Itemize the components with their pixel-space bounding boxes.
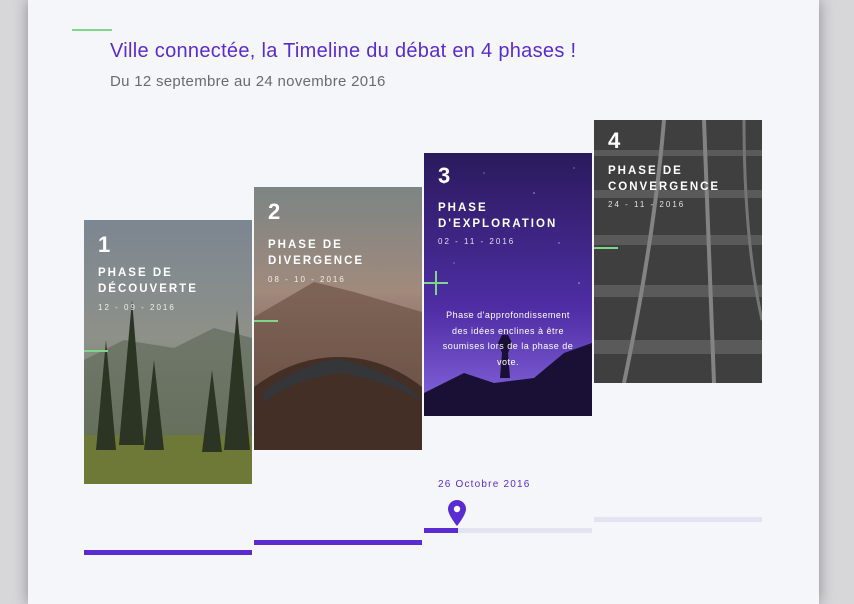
forest-image	[84, 220, 252, 484]
phase-description: Phase d'approfondissement des idées encl…	[442, 310, 574, 367]
page-title: Ville connectée, la Timeline du débat en…	[110, 40, 577, 62]
railway-image	[594, 120, 762, 383]
phase-name: Phase de découverte	[98, 267, 198, 295]
location-pin-icon[interactable]	[448, 500, 466, 526]
timeline-bar-phase-2	[254, 540, 422, 545]
phase-number: 2	[268, 199, 281, 224]
phase-date: 02 - 11 - 2016	[438, 237, 516, 246]
page-subtitle: Du 12 septembre au 24 novembre 2016	[110, 73, 386, 90]
phase-name: Phase de convergence	[608, 165, 721, 193]
phase-date: 12 - 09 - 2016	[98, 303, 176, 312]
phase-card-4[interactable]: 4 Phase de convergence 24 - 11 - 2016	[594, 120, 762, 383]
phase-card-3[interactable]: 3 Phase d'exploration 02 - 11 - 2016 Pha…	[424, 153, 592, 416]
phase-card-2[interactable]: 2 Phase de divergence 08 - 10 - 2016	[254, 187, 422, 450]
marker-line-4	[594, 247, 618, 249]
marker-line-2	[254, 320, 278, 322]
timeline-bar-phase-1	[84, 550, 252, 555]
timeline-bar-phase-3-progress	[424, 528, 458, 533]
phase-name: Phase de divergence	[268, 239, 365, 267]
phase-date: 08 - 10 - 2016	[268, 275, 346, 284]
phase-card-1[interactable]: 1 Phase de découverte 12 - 09 - 2016	[84, 220, 252, 484]
timeline-bar-phase-4	[594, 517, 762, 522]
marker-line-1	[84, 350, 108, 352]
plus-marker	[424, 271, 448, 295]
title-accent-line	[72, 29, 112, 31]
page: Ville connectée, la Timeline du débat en…	[28, 0, 819, 604]
phase-name: Phase d'exploration	[438, 202, 558, 230]
road-image	[254, 187, 422, 450]
phase-date: 24 - 11 - 2016	[608, 200, 686, 209]
phase-number: 4	[608, 128, 621, 153]
phase-number: 3	[438, 163, 451, 188]
phase-number: 1	[98, 232, 111, 257]
current-date-label: 26 Octobre 2016	[438, 479, 531, 490]
starry-sky-image	[424, 153, 592, 416]
